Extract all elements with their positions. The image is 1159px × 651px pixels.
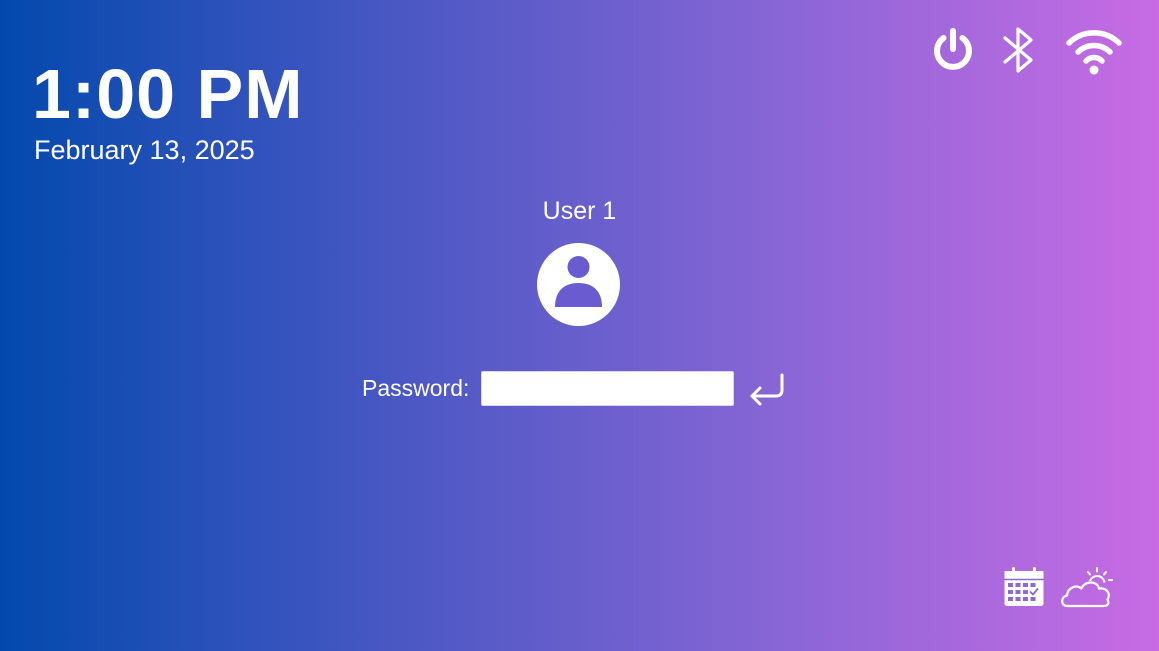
user-avatar-icon[interactable] bbox=[537, 243, 620, 326]
password-input[interactable] bbox=[481, 370, 735, 406]
enter-icon[interactable] bbox=[744, 369, 790, 409]
username-label: User 1 bbox=[542, 197, 617, 225]
password-row: Password: bbox=[362, 367, 790, 409]
bluetooth-icon[interactable] bbox=[1001, 24, 1035, 76]
clock-widget: 1:00 PM February 13, 2025 bbox=[32, 56, 304, 166]
calendar-icon[interactable] bbox=[1003, 566, 1045, 608]
system-tray bbox=[931, 24, 1123, 76]
clock-date: February 13, 2025 bbox=[34, 135, 255, 165]
clock-time: 1:00 PM bbox=[32, 55, 304, 133]
weather-icon[interactable] bbox=[1059, 566, 1113, 610]
power-icon[interactable] bbox=[931, 25, 975, 75]
wifi-icon[interactable] bbox=[1065, 24, 1123, 76]
widget-tray bbox=[1003, 566, 1113, 610]
password-label: Password: bbox=[362, 375, 470, 401]
